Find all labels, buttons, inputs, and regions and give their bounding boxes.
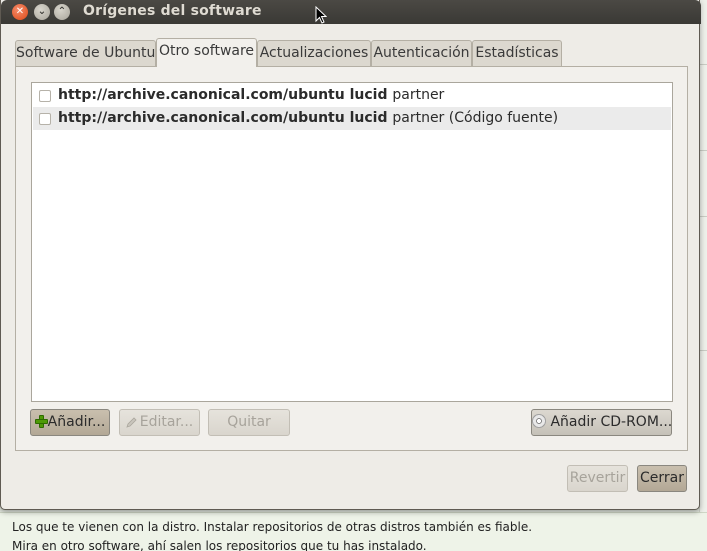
tab-otro-software[interactable]: Otro software — [156, 38, 257, 67]
tab-actualizaciones[interactable]: Actualizaciones — [257, 40, 371, 66]
edit-button-label: Editar... — [139, 414, 194, 430]
source-row[interactable]: http://archive.canonical.com/ubuntu luci… — [33, 84, 671, 107]
software-sources-dialog: ✕ ⌄ ⌃ Orígenes del software Software de … — [0, 0, 701, 510]
remove-source-button[interactable]: Quitar — [208, 409, 290, 436]
tab-autenticacion[interactable]: Autenticación — [371, 40, 472, 66]
minimize-window-button[interactable]: ⌄ — [34, 4, 50, 20]
cdrom-icon — [532, 414, 546, 428]
background-page-text: Los que te vienen con la distro. Instala… — [0, 512, 707, 551]
source-url: http://archive.canonical.com/ubuntu — [58, 87, 345, 103]
source-components: partner (Código fuente) — [392, 110, 559, 126]
sources-list[interactable]: http://archive.canonical.com/ubuntu luci… — [31, 82, 673, 402]
plus-icon — [34, 415, 48, 428]
pencil-icon — [126, 417, 137, 428]
tab-software-de-ubuntu[interactable]: Software de Ubuntu — [15, 40, 156, 66]
minimize-icon: ⌄ — [37, 6, 47, 17]
close-icon: ✕ — [15, 6, 25, 17]
mouse-cursor-icon — [315, 6, 327, 24]
source-components: partner — [392, 87, 445, 103]
close-button[interactable]: Cerrar — [637, 465, 687, 492]
source-suite: lucid — [349, 110, 388, 126]
tab-panel-otro-software: http://archive.canonical.com/ubuntu luci… — [15, 66, 688, 451]
maximize-window-button[interactable]: ⌃ — [54, 4, 70, 20]
tab-estadisticas[interactable]: Estadísticas — [472, 40, 562, 66]
add-cdrom-label: Añadir CD-ROM... — [550, 414, 673, 430]
background-page-edge — [699, 0, 707, 515]
page-text-line-1: Los que te vienen con la distro. Instala… — [12, 520, 533, 534]
source-enabled-checkbox[interactable] — [39, 113, 51, 125]
window-title: Orígenes del software — [83, 3, 262, 19]
add-cdrom-button[interactable]: Añadir CD-ROM... — [531, 409, 672, 436]
add-button-label: Añadir... — [47, 414, 106, 430]
maximize-icon: ⌃ — [57, 6, 67, 17]
source-url: http://archive.canonical.com/ubuntu — [58, 110, 345, 126]
title-bar[interactable]: ✕ ⌄ ⌃ Orígenes del software — [1, 0, 701, 24]
source-suite: lucid — [349, 87, 388, 103]
source-enabled-checkbox[interactable] — [39, 90, 51, 102]
add-source-button[interactable]: Añadir... — [30, 409, 110, 436]
page-text-line-2: Mira en otro software, ahí salen los rep… — [12, 539, 427, 551]
source-row[interactable]: http://archive.canonical.com/ubuntu luci… — [33, 107, 671, 130]
revert-button[interactable]: Revertir — [567, 465, 628, 492]
edit-source-button[interactable]: Editar... — [119, 409, 200, 436]
close-window-button[interactable]: ✕ — [12, 4, 28, 20]
